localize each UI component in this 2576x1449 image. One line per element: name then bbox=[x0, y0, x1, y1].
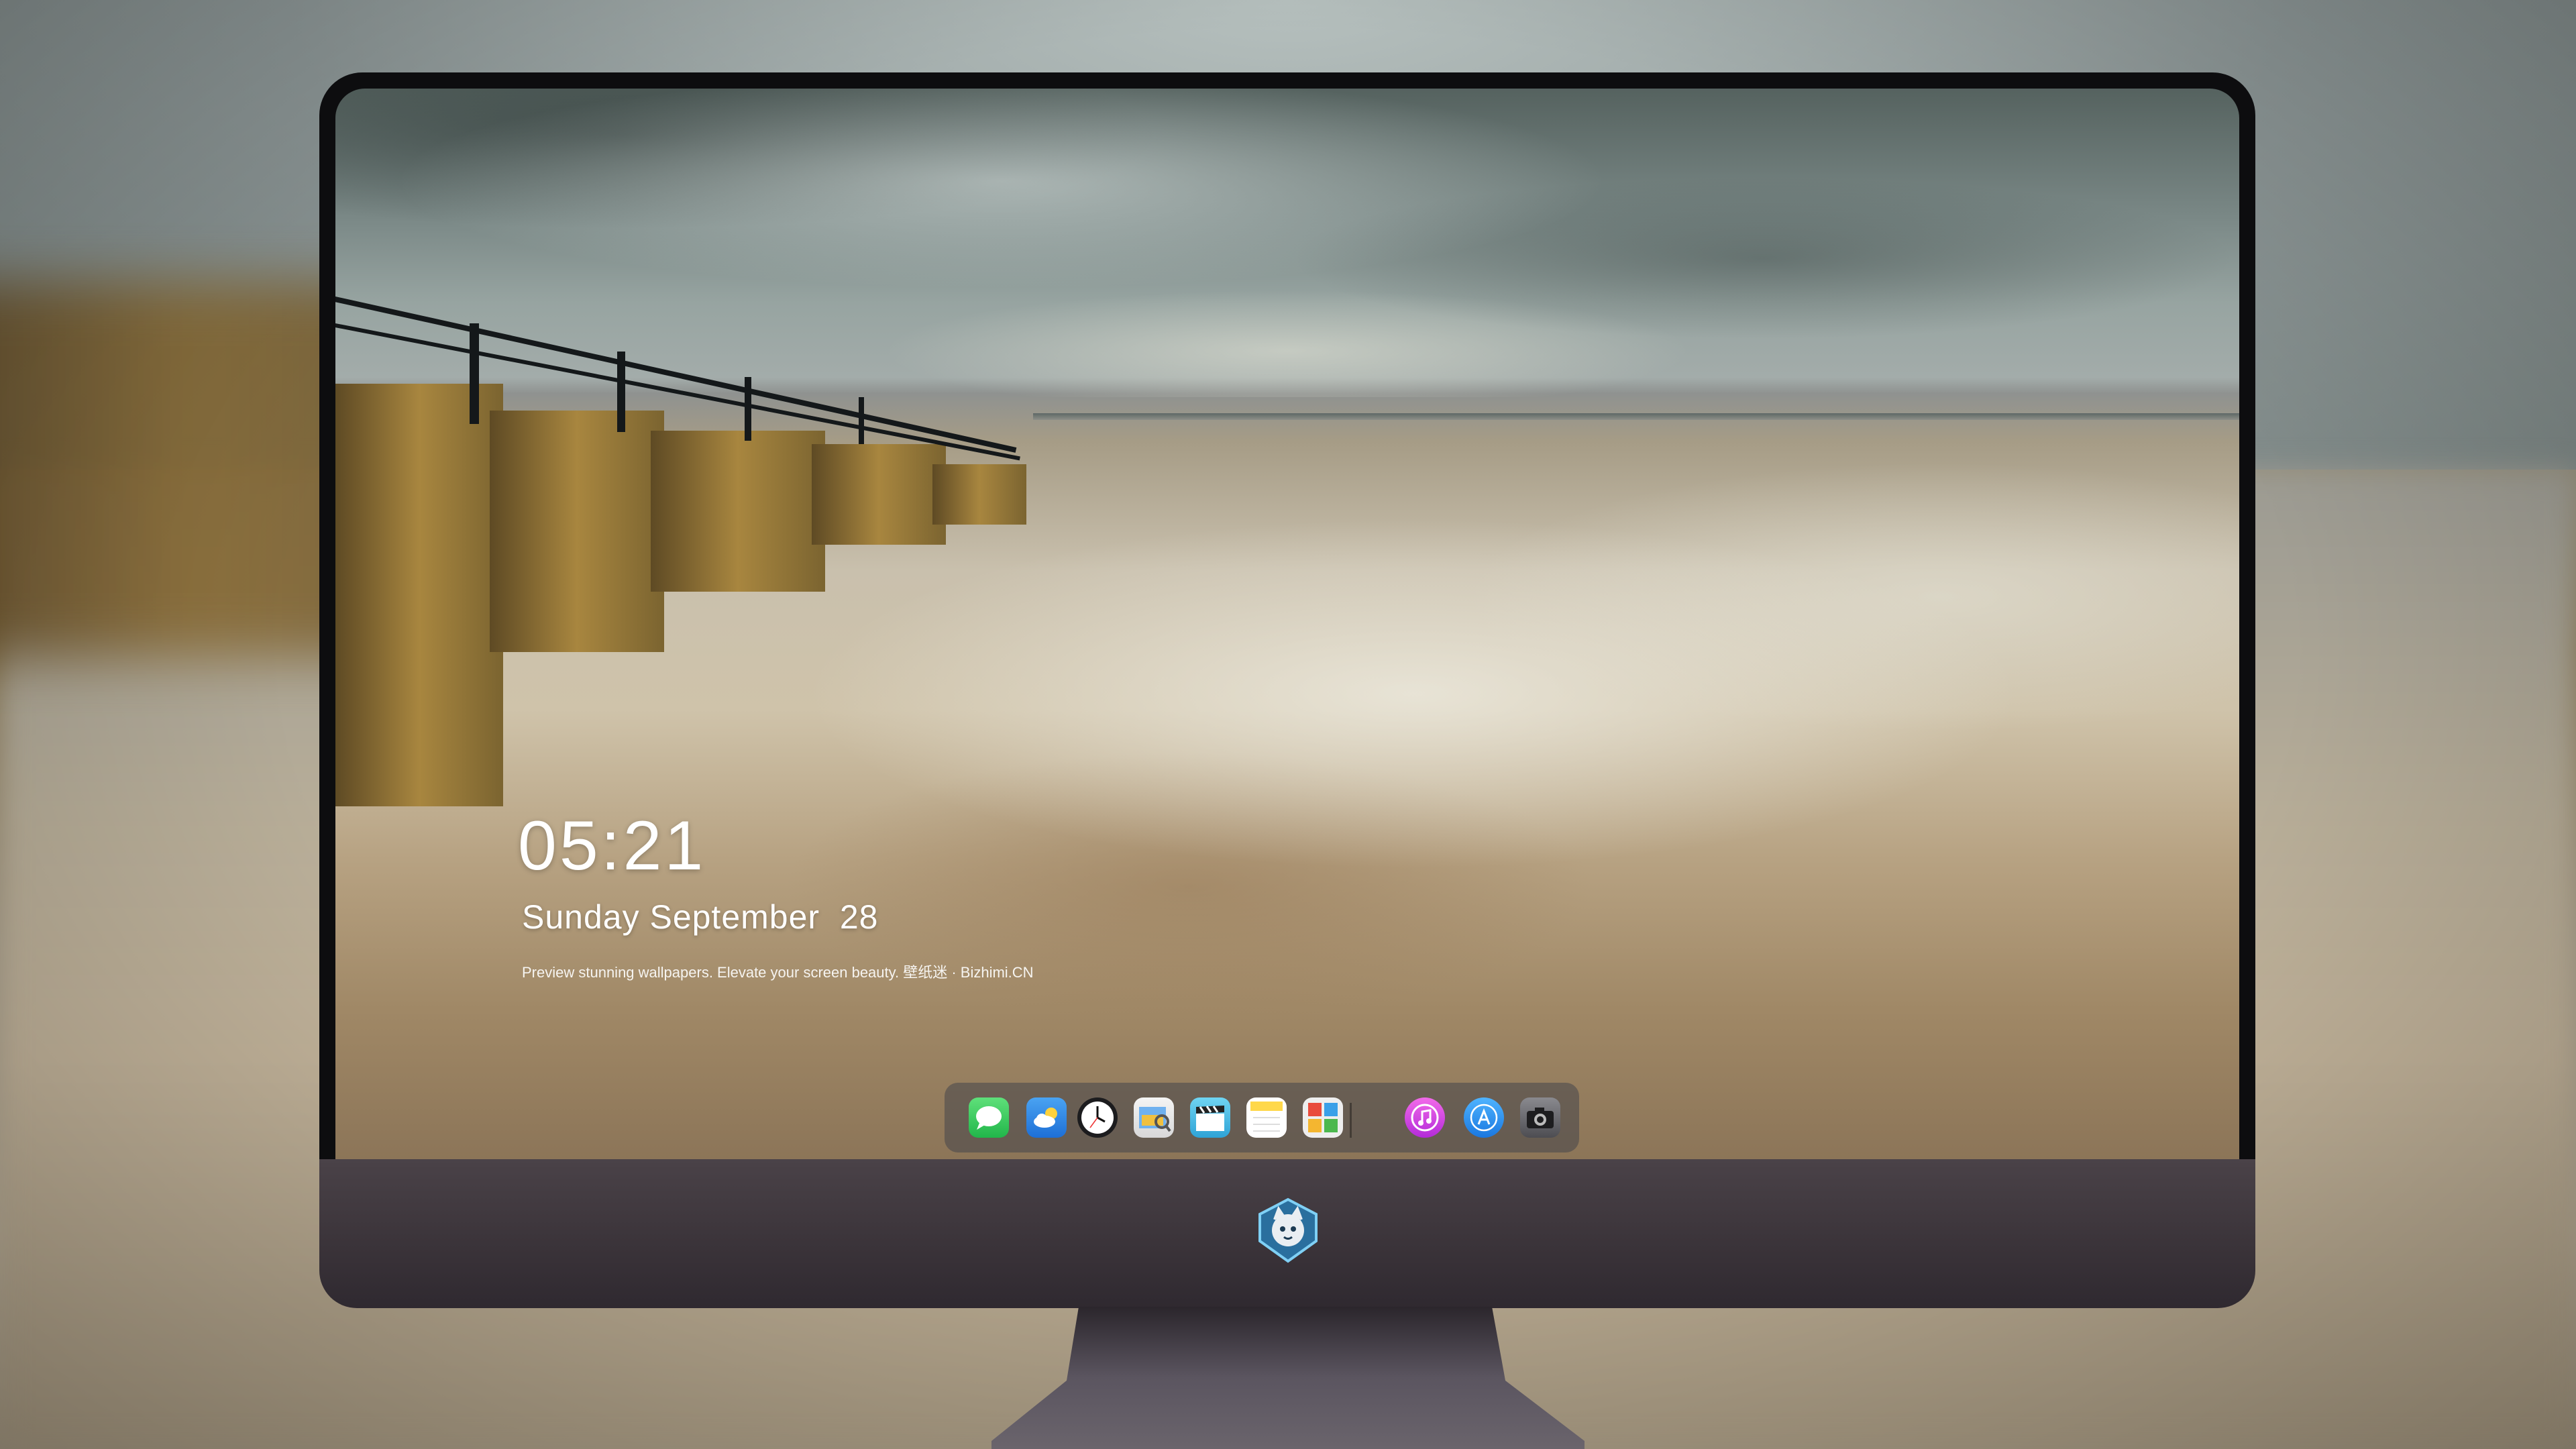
music-icon bbox=[1411, 1104, 1439, 1132]
dock-item-messages[interactable] bbox=[969, 1097, 1009, 1138]
wallpaper-horizon bbox=[1033, 413, 2239, 420]
clapperboard-icon bbox=[1196, 1106, 1224, 1131]
dock-item-clock[interactable] bbox=[1077, 1097, 1118, 1138]
notes-icon bbox=[1250, 1102, 1283, 1132]
lockscreen-time: 05:21 bbox=[518, 807, 706, 885]
messages-icon bbox=[976, 1106, 1002, 1130]
imac-monitor: 05:21 Sunday September 28 Preview stunni… bbox=[319, 72, 2255, 1308]
photo-booth-icon bbox=[1308, 1103, 1338, 1132]
dock-item-photo-booth[interactable] bbox=[1303, 1097, 1343, 1138]
dock-separator bbox=[1350, 1103, 1352, 1138]
dock-item-itunes[interactable] bbox=[1405, 1097, 1445, 1138]
lockscreen-tagline: Preview stunning wallpapers. Elevate you… bbox=[522, 964, 1034, 981]
dock-item-notes[interactable] bbox=[1246, 1097, 1287, 1138]
dock-item-weather[interactable] bbox=[1026, 1097, 1067, 1138]
dock-item-camera[interactable] bbox=[1520, 1097, 1560, 1138]
dock-item-preview[interactable] bbox=[1134, 1097, 1174, 1138]
cat-shield-logo-icon bbox=[1258, 1197, 1318, 1263]
dock bbox=[945, 1083, 1579, 1152]
camera-icon bbox=[1527, 1108, 1554, 1128]
app-store-icon bbox=[1470, 1104, 1498, 1132]
wallpaper-seawall bbox=[335, 297, 1060, 806]
lock-screen[interactable]: 05:21 Sunday September 28 Preview stunni… bbox=[335, 89, 2239, 1159]
lockscreen-date: Sunday September 28 bbox=[522, 898, 879, 936]
weather-icon bbox=[1034, 1108, 1057, 1128]
dock-item-clips[interactable] bbox=[1190, 1097, 1230, 1138]
monitor-stand bbox=[991, 1307, 1585, 1449]
dock-item-app-store[interactable] bbox=[1464, 1097, 1504, 1138]
clock-icon bbox=[1081, 1102, 1114, 1134]
preview-icon bbox=[1139, 1107, 1171, 1132]
